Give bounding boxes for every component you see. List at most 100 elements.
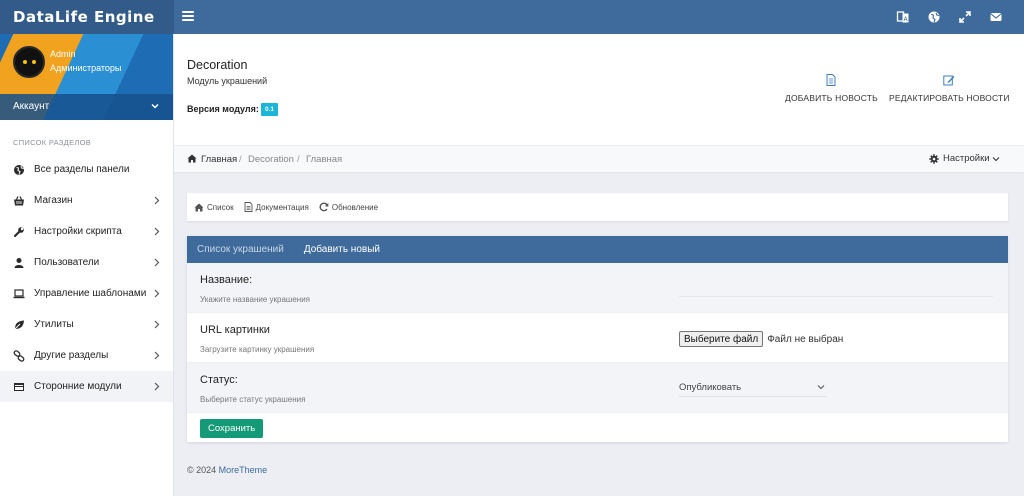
field-row-name: Название: Укажите название украшения — [187, 263, 1008, 313]
field-row-status: Статус: Выберите статус украшения Опубли… — [187, 363, 1008, 413]
toolbar-update-label: Обновление — [331, 202, 379, 212]
profile-name: Admin — [50, 49, 76, 59]
sidebar-item-shop[interactable]: Магазин — [0, 185, 173, 216]
breadcrumb: Главная / Decoration / Главная Настройки — [174, 145, 1024, 172]
module-toolbar: Список Документация Обновление — [187, 193, 1008, 221]
edit-news-button[interactable]: РЕДАКТИРОВАТЬ НОВОСТИ — [889, 74, 1010, 104]
app-brand[interactable]: DataLife Engine — [0, 0, 174, 34]
sidebar-item-label: Сторонние модули — [34, 381, 122, 392]
menu-toggle-icon[interactable] — [182, 11, 194, 23]
sidebar-item-users[interactable]: Пользователи — [0, 247, 173, 278]
sidebar-item-label: Все разделы панели — [34, 164, 130, 175]
sidebar-item-script-settings[interactable]: Настройки скрипта — [0, 216, 173, 247]
envelope-icon[interactable] — [989, 10, 1003, 24]
sidebar-section-title: СПИСОК РАЗДЕЛОВ — [13, 138, 92, 147]
name-hint: Укажите название украшения — [200, 295, 311, 304]
decoration-form: Список украшений Добавить новый Название… — [187, 236, 1008, 442]
document-icon — [244, 202, 253, 212]
sidebar-item-other-sections[interactable]: Другие разделы — [0, 340, 173, 371]
top-bar: DataLife Engine A — [0, 0, 1024, 34]
chevron-down-icon — [817, 385, 825, 390]
settings-label: Настройки — [943, 153, 990, 164]
chevron-right-icon — [154, 382, 160, 391]
breadcrumb-module[interactable]: Decoration — [248, 154, 294, 165]
chevron-right-icon — [154, 351, 160, 360]
version-badge: 0.1 — [261, 103, 279, 116]
globe-icon — [14, 164, 24, 175]
chevron-down-icon — [992, 156, 999, 161]
form-tabs: Список украшений Добавить новый — [187, 236, 1008, 263]
profile-panel: Admin Администраторы Аккаунт — [0, 34, 173, 120]
sidebar-item-label: Настройки скрипта — [34, 226, 122, 237]
status-hint: Выберите статус украшения — [200, 395, 306, 404]
toolbar-update-link[interactable]: Обновление — [319, 202, 378, 212]
sidebar: Admin Администраторы Аккаунт СПИСОК РАЗД… — [0, 34, 174, 496]
tab-decoration-list[interactable]: Список украшений — [197, 244, 284, 255]
name-input[interactable] — [679, 271, 993, 297]
image-file-input: Выберите файл Файл не выбран — [679, 331, 843, 347]
chevron-down-icon[interactable] — [151, 102, 159, 110]
chevron-right-icon — [154, 196, 160, 205]
add-news-label: ДОБАВИТЬ НОВОСТЬ — [785, 93, 878, 103]
form-actions: Сохранить — [187, 413, 1008, 443]
toolbar-list-label: Список — [207, 202, 234, 212]
leaf-icon — [14, 320, 24, 329]
sidebar-item-templates[interactable]: Управление шаблонами — [0, 278, 173, 309]
image-label: URL картинки — [200, 324, 270, 336]
sidebar-item-label: Пользователи — [34, 257, 100, 268]
module-header: Decoration Модуль украшений Версия модул… — [174, 34, 1024, 145]
globe-icon[interactable] — [927, 10, 941, 24]
avatar[interactable] — [13, 46, 45, 78]
home-icon — [194, 203, 204, 211]
user-icon — [14, 257, 24, 268]
chevron-right-icon — [154, 258, 160, 267]
sidebar-item-third-party-modules[interactable]: Сторонние модули — [0, 371, 173, 402]
fullscreen-icon[interactable] — [958, 10, 972, 24]
home-icon[interactable] — [187, 154, 197, 163]
version-label: Версия модуля: — [187, 104, 259, 114]
basket-icon — [14, 195, 24, 205]
choose-file-button[interactable]: Выберите файл — [679, 331, 764, 347]
file-text-icon — [826, 74, 836, 86]
edit-icon — [943, 75, 955, 86]
account-toggle[interactable]: Аккаунт — [13, 101, 49, 112]
sidebar-item-label: Другие разделы — [34, 350, 109, 361]
status-selected-value: Опубликовать — [679, 382, 742, 393]
laptop-icon — [13, 288, 25, 298]
footer-brand-link[interactable]: MoreTheme — [219, 465, 268, 475]
refresh-icon — [319, 202, 329, 212]
toolbar-docs-link[interactable]: Документация — [244, 202, 309, 212]
toolbar-list-link[interactable]: Список — [194, 203, 234, 212]
page-subtitle: Модуль украшений — [187, 76, 268, 86]
sidebar-item-all-sections[interactable]: Все разделы панели — [0, 154, 173, 185]
no-file-text: Файл не выбран — [767, 333, 844, 345]
tab-add-new[interactable]: Добавить новый — [304, 244, 380, 255]
gear-icon — [929, 153, 939, 164]
field-row-image: URL картинки Загрузите картинку украшени… — [187, 313, 1008, 363]
status-select[interactable]: Опубликовать — [679, 379, 827, 397]
sidebar-item-label: Магазин — [34, 195, 73, 206]
status-label: Статус: — [200, 374, 238, 386]
save-button[interactable]: Сохранить — [200, 419, 264, 438]
profile-role: Администраторы — [50, 63, 122, 73]
image-hint: Загрузите картинку украшения — [200, 345, 315, 354]
sidebar-item-label: Управление шаблонами — [34, 288, 147, 299]
settings-dropdown[interactable]: Настройки — [929, 153, 1000, 164]
window-icon — [14, 382, 24, 391]
sidebar-item-label: Утилиты — [34, 319, 74, 330]
wrench-icon — [13, 226, 24, 237]
breadcrumb-home[interactable]: Главная — [201, 154, 237, 165]
chevron-right-icon — [154, 320, 160, 329]
footer: © 2024 MoreTheme — [187, 465, 267, 475]
name-label: Название: — [200, 274, 253, 286]
edit-news-label: РЕДАКТИРОВАТЬ НОВОСТИ — [889, 93, 1010, 103]
toolbar-docs-label: Документация — [255, 202, 309, 212]
chevron-right-icon — [154, 227, 160, 236]
link-icon — [13, 349, 25, 362]
add-news-button[interactable]: ДОБАВИТЬ НОВОСТЬ — [785, 74, 878, 104]
chevron-right-icon — [154, 289, 160, 298]
translate-icon[interactable]: A — [896, 10, 910, 24]
sidebar-item-utilities[interactable]: Утилиты — [0, 309, 173, 340]
page-title: Decoration — [187, 58, 248, 72]
footer-copyright: © 2024 — [187, 465, 217, 475]
